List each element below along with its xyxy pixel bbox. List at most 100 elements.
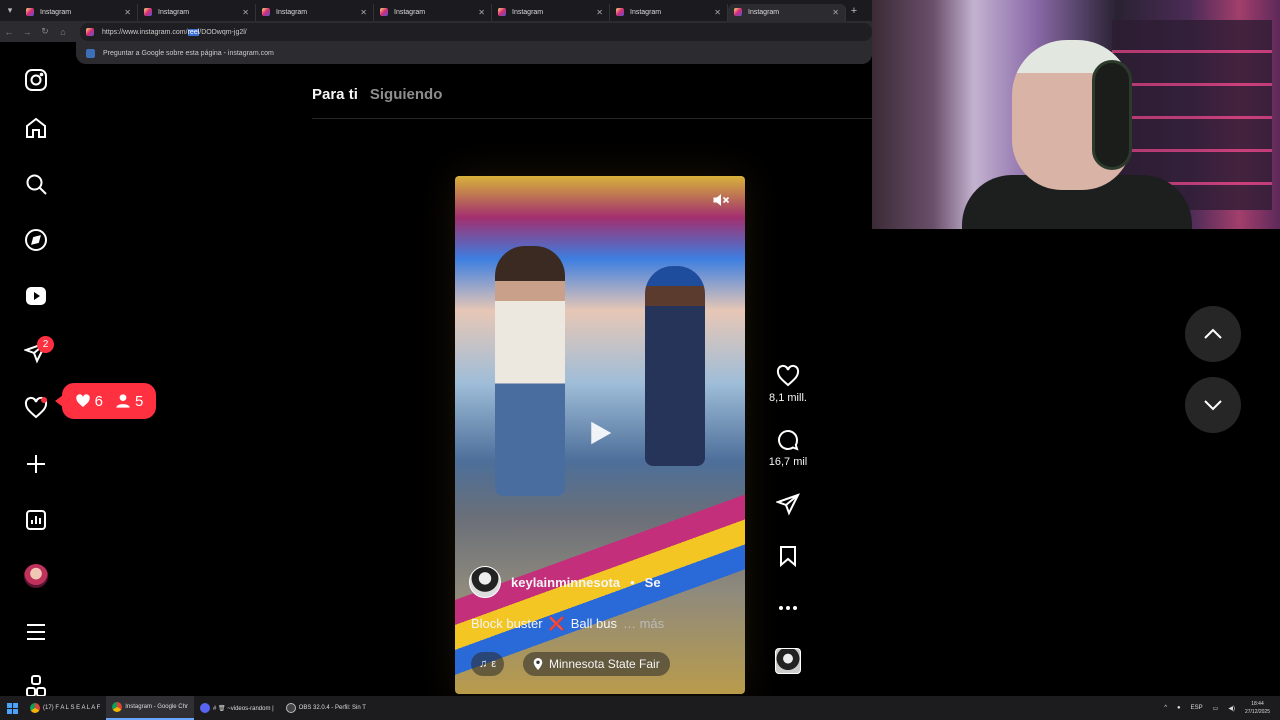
taskbar-label: OBS 32.0.4 - Perfil: Sin T [298,705,366,711]
new-tab-button[interactable]: + [846,5,862,17]
owner-username[interactable]: keylainminnesota [511,575,620,590]
clock-date: 27/12/2025 [1244,709,1270,715]
previous-reel-button[interactable] [1185,306,1241,362]
close-tab-icon[interactable]: ✕ [242,8,249,17]
notification-summary-pill[interactable]: 6 5 [55,383,156,419]
browser-tab[interactable]: Instagram ✕ [492,3,610,21]
notifications-heart-icon[interactable] [22,394,50,422]
instagram-favicon-icon [144,8,152,16]
reload-icon[interactable]: ↻ [36,26,54,37]
instagram-favicon-icon [498,8,506,16]
play-icon[interactable] [585,418,615,448]
taskbar-app-chrome-2[interactable]: Instagram - Google Chr [106,696,194,720]
follow-button[interactable]: Se [645,575,661,590]
browser-tab[interactable]: Instagram ✕ [20,3,138,21]
taskbar-label: Instagram - Google Chr [125,704,188,710]
likes-count: 8,1 mill. [769,392,807,404]
feed-divider [312,118,872,119]
browser-tab[interactable]: Instagram ✕ [610,3,728,21]
tray-chevron-up-icon[interactable]: ^ [1164,705,1167,711]
owner-separator: • [630,574,635,590]
next-reel-button[interactable] [1185,377,1241,433]
audio-cover-image [775,648,801,674]
instagram-favicon-icon [616,8,624,16]
avatar [24,564,48,588]
language-indicator[interactable]: ESP [1191,705,1203,711]
windows-start-icon[interactable] [0,702,24,714]
taskbar-app-discord[interactable]: # 🗑 ~videos-random | [194,696,280,720]
browser-tab[interactable]: Instagram ✕ [138,3,256,21]
tab-title: Instagram [630,8,662,16]
close-tab-icon[interactable]: ✕ [360,8,367,17]
browser-tab[interactable]: Instagram ✕ [256,3,374,21]
browser-tab[interactable]: Instagram ✕ [374,3,492,21]
windows-taskbar: (17) F A L S E A L A F Instagram - Googl… [0,696,1280,720]
url-prefix: https://www.instagram.com/ [102,28,188,36]
chrome-icon [112,702,123,712]
tab-title: Instagram [158,8,190,16]
create-plus-icon[interactable] [22,450,50,478]
caption-more-link[interactable]: … más [623,616,664,632]
taskbar-app-obs[interactable]: OBS 32.0.4 - Perfil: Sin T [280,696,372,720]
tab-following[interactable]: Siguiendo [370,86,443,103]
audio-thumbnail[interactable] [762,648,814,674]
close-tab-icon[interactable]: ✕ [124,8,131,17]
instagram-favicon-icon [26,8,34,16]
browser-tab-strip: ▾ Instagram ✕ Instagram ✕ Instagram ✕ Insta… [0,0,872,21]
comment-button[interactable]: 16,7 mil [762,428,814,468]
chevron-up-icon [1204,328,1222,339]
tab-search-icon[interactable]: ▾ [0,0,20,21]
more-options-button[interactable] [762,596,814,624]
instagram-favicon-icon [734,8,742,16]
chevron-down-icon [1204,400,1222,411]
back-icon[interactable]: ← [0,27,18,37]
instagram-logo-icon[interactable] [22,66,50,94]
address-bar[interactable]: https://www.instagram.com/reel/DODwqm-jg… [80,23,872,41]
clock[interactable]: 18:44 27/12/2025 [1245,700,1270,716]
audio-chip[interactable]: ♫ ε [471,652,505,676]
dashboard-stats-icon[interactable] [22,506,50,534]
home-icon[interactable]: ⌂ [54,27,72,37]
reels-icon[interactable] [22,282,50,310]
like-button[interactable]: 8,1 mill. [762,364,814,404]
home-nav-icon[interactable] [22,114,50,142]
address-suggestion[interactable]: Preguntar a Google sobre esta página - i… [76,42,872,64]
caption-emoji: ❌ [548,616,565,631]
instagram-sidebar: 2 [0,64,72,697]
close-tab-icon[interactable]: ✕ [832,8,839,17]
reel-caption: Block buster ❌ Ball bus … más [471,616,664,632]
clock-time: 18:44 [1251,701,1264,707]
reel-video[interactable]: keylainminnesota • Se Block buster ❌ Bal… [455,176,745,694]
taskbar-app-chrome-1[interactable]: (17) F A L S E A L A F [24,696,106,720]
network-icon[interactable]: ▭ [1213,705,1219,712]
explore-compass-icon[interactable] [22,226,50,254]
close-tab-icon[interactable]: ✕ [714,8,721,17]
comment-icon [778,430,799,451]
owner-avatar[interactable] [469,566,501,598]
tab-for-you[interactable]: Para ti [312,86,358,103]
obs-icon [285,703,296,713]
forward-icon[interactable]: → [18,27,36,37]
taskbar-label: # 🗑 ~videos-random | [212,705,274,712]
taskbar-label: (17) F A L S E A L A F [43,705,101,711]
browser-tab-active[interactable]: Instagram ✕ [728,3,846,21]
profile-avatar[interactable] [22,562,50,590]
volume-icon[interactable]: ◀) [1228,705,1235,712]
muted-speaker-icon[interactable] [711,190,731,210]
save-button[interactable] [762,544,814,572]
more-dots-icon [779,606,797,610]
tab-title: Instagram [394,8,426,16]
menu-hamburger-icon[interactable] [22,618,50,646]
location-chip[interactable]: Minnesota State Fair [523,652,670,676]
tab-title: Instagram [40,8,72,16]
instagram-favicon-icon [262,8,270,16]
tab-title: Instagram [512,8,544,16]
share-paper-plane-icon [776,493,800,516]
close-tab-icon[interactable]: ✕ [478,8,485,17]
close-tab-icon[interactable]: ✕ [596,8,603,17]
location-pin-icon [533,658,543,670]
share-button[interactable] [762,492,814,520]
search-icon[interactable] [22,170,50,198]
microphone-icon[interactable]: ● [1177,705,1181,711]
follower-person-icon [116,394,130,408]
